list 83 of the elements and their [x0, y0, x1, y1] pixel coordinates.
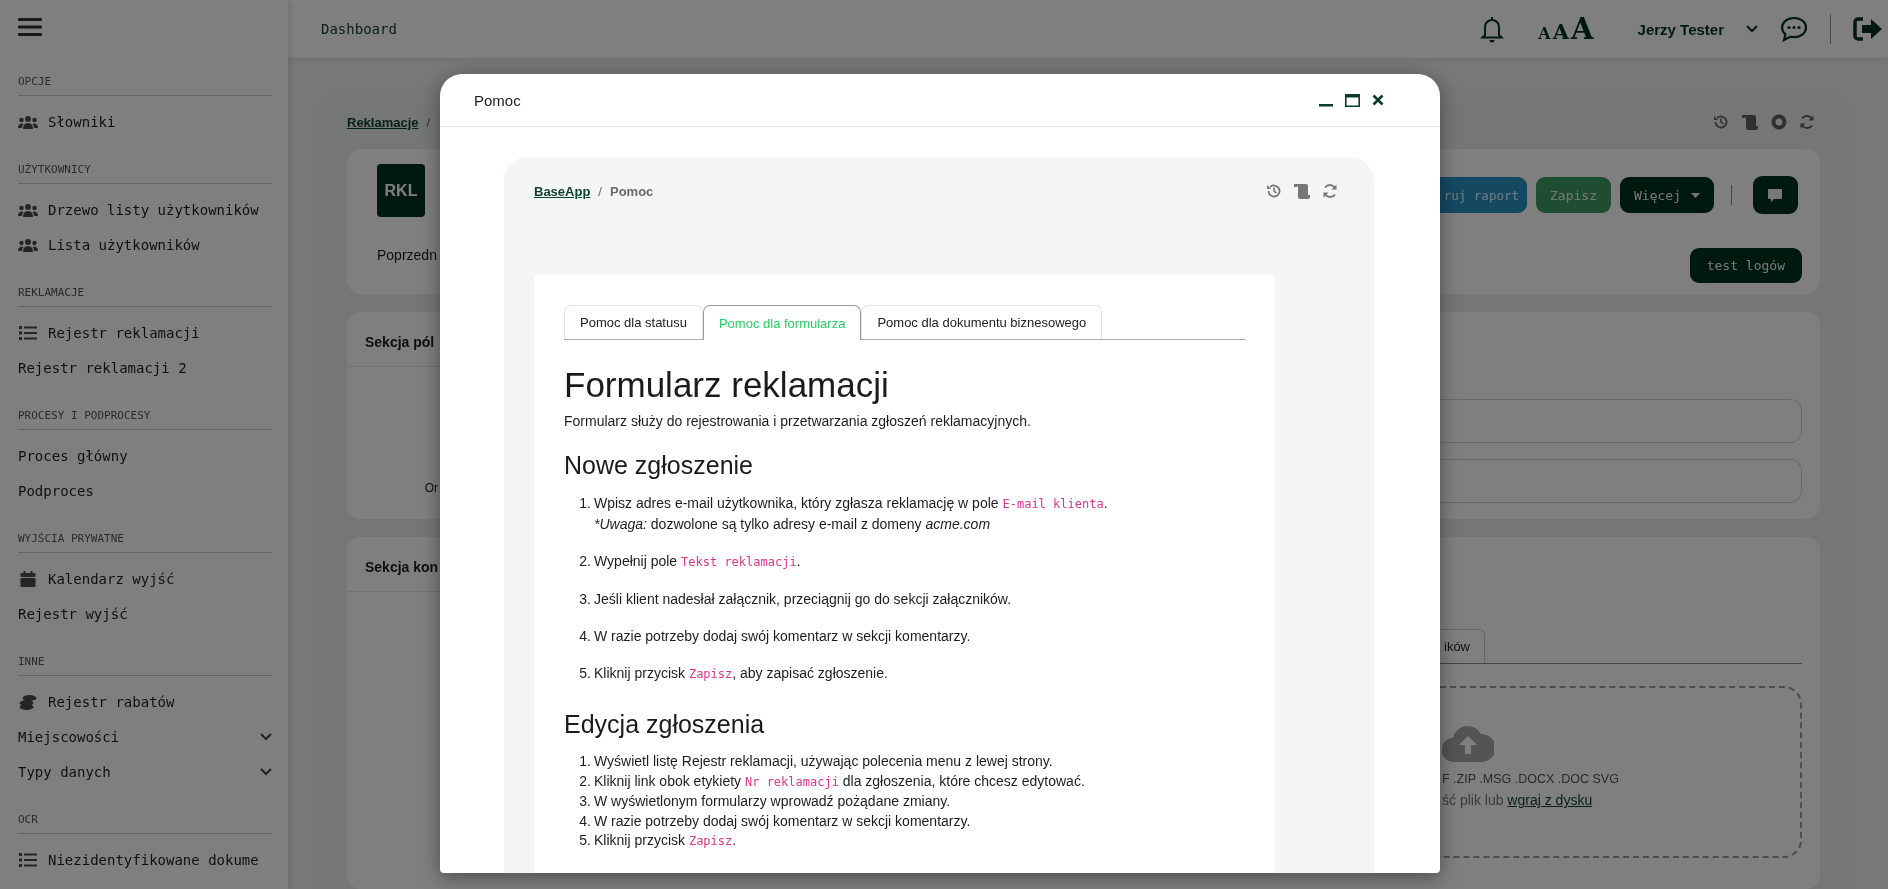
sidebar-item[interactable]: Kalendarz wyjść	[18, 561, 272, 596]
instruction-step: 2. Wypełnij pole Tekst reklamacji.	[564, 551, 1245, 572]
sidebar-item[interactable]: Rejestr rabatów	[18, 684, 272, 719]
sidebar-item[interactable]: Typy danych	[18, 754, 272, 789]
text-size-button[interactable]: A	[1552, 19, 1570, 44]
section-header: OPCJE	[18, 75, 272, 96]
dialog-title: Pomoc	[474, 91, 521, 109]
instruction-step: 3. W wyświetlonym formularzy wprowadź pożądane zmiany.	[564, 792, 1245, 812]
text-size-button[interactable]: A	[1571, 12, 1594, 46]
refresh-icon[interactable]	[1322, 183, 1338, 199]
lifebuoy-icon[interactable]	[1771, 114, 1787, 130]
refresh-icon[interactable]	[1799, 114, 1815, 130]
users-icon	[18, 202, 38, 217]
users-icon	[18, 114, 38, 129]
breadcrumb-link[interactable]: BaseApp	[534, 183, 591, 199]
breadcrumb-current: Pomoc	[610, 183, 654, 199]
sidebar-item[interactable]: Rejestr reklamacji	[18, 315, 272, 350]
more-dropdown-button[interactable]: Więcej	[1620, 177, 1714, 213]
comment-button[interactable]	[1752, 176, 1798, 214]
history-icon[interactable]	[1266, 183, 1282, 199]
tab[interactable]: Pomoc dla dokumentu biznesowego	[861, 305, 1103, 339]
record-badge: RKL	[377, 164, 425, 217]
sidebar-item[interactable]: Rejestr reklamacji 2	[18, 350, 272, 385]
sidebar-item[interactable]: Miejscowości	[18, 719, 272, 754]
sidebar-item[interactable]: Podproces	[18, 473, 272, 508]
instruction-step: 5. Kliknij przycisk Zapisz.	[564, 831, 1245, 852]
sidebar-item[interactable]: Słowniki	[18, 104, 272, 139]
bell-icon[interactable]	[1480, 15, 1505, 43]
instruction-step: 1. Wpisz adres e-mail użytkownika, który zgłasza reklamację w pole E-mail klienta. *Uwaga: dozwolone są tylko adresy e-mail z domeny acme.com	[564, 493, 1245, 534]
maximize-icon[interactable]	[1345, 93, 1360, 107]
breadcrumb-link[interactable]: Reklamacje	[347, 114, 419, 130]
instruction-step: 5. Kliknij przycisk Zapisz, aby zapisać zgłoszenie.	[564, 663, 1245, 684]
instruction-step: 4. W razie potrzeby dodaj swój komentarz w sekcji komentarzy.	[564, 626, 1245, 646]
field-label: Or	[424, 481, 439, 495]
instruction-step: 2. Kliknij link obok etykiety Nr reklamacji dla zgłoszenia, które chcesz edytować.	[564, 771, 1245, 792]
sidebar-item[interactable]: Proces główny	[18, 438, 272, 473]
comment-icon	[1768, 188, 1783, 202]
user-menu[interactable]: Jerzy Tester	[1637, 20, 1724, 38]
coins-icon	[18, 693, 38, 710]
instruction-step: 1. Wyświetl listę Rejestr reklamacji, używając polecenia menu z lewej strony.	[564, 752, 1245, 772]
section-heading: Nowe zgłoszenie	[564, 450, 754, 481]
chat-icon[interactable]	[1780, 16, 1808, 42]
calendar-icon	[18, 570, 38, 587]
action-button[interactable]: test logów	[1689, 248, 1802, 283]
instruction-step: 4. W razie potrzeby dodaj swój komentarz w sekcji komentarzy.	[564, 811, 1245, 831]
history-icon[interactable]	[1713, 114, 1729, 130]
breadcrumb-separator: /	[598, 183, 602, 199]
cloud-upload-icon	[1442, 724, 1494, 762]
caret-icon	[1690, 192, 1700, 198]
menu-icon[interactable]	[18, 16, 42, 37]
intro-paragraph: Formularz służy do rejestrowania i przetwarzania zgłoszeń reklamacyjnych.	[564, 412, 1032, 431]
section-heading: Edycja zgłoszenia	[564, 709, 766, 740]
sidebar-item[interactable]: Drzewo listy użytkowników	[18, 192, 272, 227]
page-title: Dashboard	[321, 21, 397, 37]
sidebar-item[interactable]: Niezidentyfikowane dokume	[18, 842, 272, 877]
sidebar-item[interactable]: Rejestr wyjść	[18, 596, 272, 631]
section-header: UŻYTKOWNICY	[18, 163, 272, 184]
document-heading: Formularz reklamacji	[564, 364, 890, 406]
section-header: REKLAMACJE	[18, 286, 272, 307]
users-icon	[18, 237, 38, 252]
input-field[interactable]	[1440, 459, 1802, 503]
field-label: Poprzedn	[377, 247, 438, 263]
tab[interactable]: ików	[1440, 629, 1485, 663]
text-size-button[interactable]: A	[1538, 24, 1551, 43]
file-formats-text: F .ZIP .MSG .DOCX .DOC SVG	[1442, 772, 1619, 786]
section-header: WYJŚCIA PRYWATNE	[18, 532, 272, 553]
section-header: INNE	[18, 655, 272, 676]
instruction-step: 3. Jeśli klient nadesłał załącznik, przeciągnij go do sekcji załączników.	[564, 589, 1245, 609]
chevron-down-icon[interactable]	[1746, 25, 1758, 33]
list-icon	[18, 325, 38, 340]
tab[interactable]: Pomoc dla statusu	[564, 305, 703, 339]
scroll-icon[interactable]	[1293, 183, 1311, 199]
section-header: OCR	[18, 813, 272, 834]
section-header: PROCESY I PODPROCESY	[18, 409, 272, 430]
scroll-icon[interactable]	[1741, 114, 1759, 130]
logout-icon[interactable]	[1853, 16, 1883, 42]
sidebar-item[interactable]: Lista użytkowników	[18, 227, 272, 262]
input-field[interactable]	[1440, 399, 1802, 443]
close-icon[interactable]	[1372, 94, 1384, 106]
upload-prompt: ść plik lub wgraj z dysku	[1442, 792, 1593, 808]
breadcrumb-separator: /	[426, 114, 431, 130]
upload-link[interactable]: wgraj z dysku	[1507, 792, 1593, 808]
list-icon	[18, 852, 38, 867]
